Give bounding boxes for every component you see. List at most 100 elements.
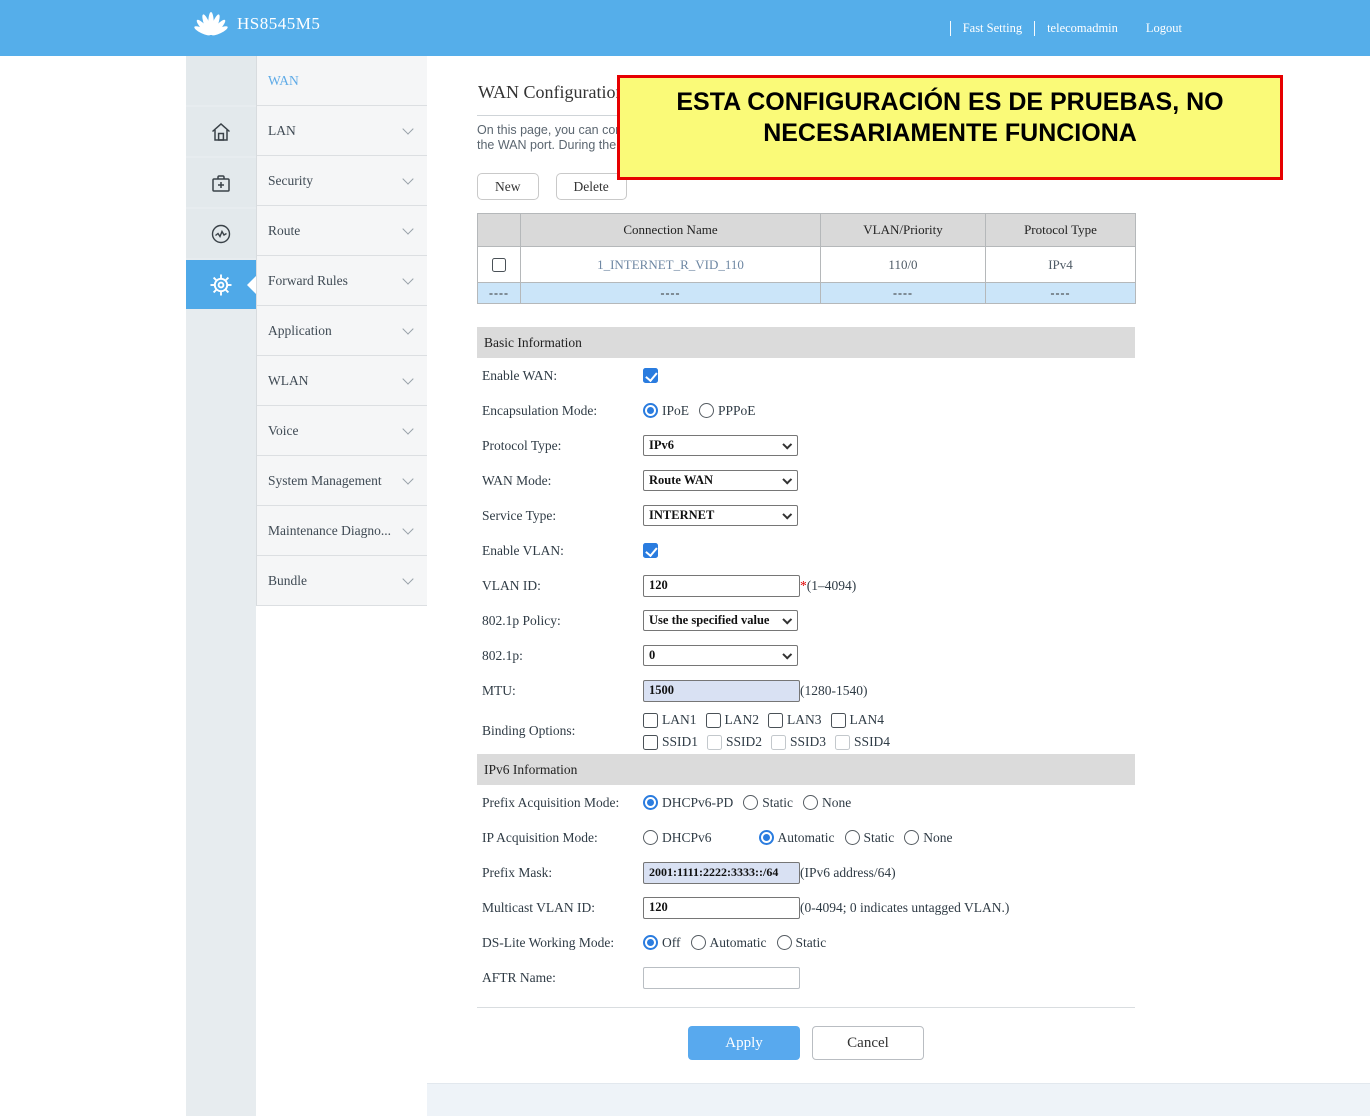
dhcpv6-pd-radio[interactable] xyxy=(643,795,658,810)
required-asterisk: * xyxy=(800,578,807,593)
multicast-vlan-input[interactable] xyxy=(643,897,800,919)
huawei-logo-icon xyxy=(192,8,230,40)
multicast-vlan-hint: (0-4094; 0 indicates untagged VLAN.) xyxy=(800,900,1009,916)
aftr-name-row: AFTR Name: xyxy=(477,960,1135,995)
prefix-mask-input[interactable] xyxy=(643,862,800,884)
lan1-checkbox[interactable] xyxy=(643,713,658,728)
table-row: 1_INTERNET_R_VID_110 110/0 IPv4 xyxy=(478,247,1136,283)
enable-wan-label: Enable WAN: xyxy=(482,368,643,384)
prefix-mask-row: Prefix Mask: (IPv6 address/64) xyxy=(477,855,1135,890)
rail-item-diagnostics[interactable] xyxy=(186,209,256,258)
chevron-down-icon xyxy=(402,123,413,134)
sidebar-item-security[interactable]: Security xyxy=(257,156,427,206)
sidebar-item-application[interactable]: Application xyxy=(257,306,427,356)
sidebar-item-label: WLAN xyxy=(268,373,309,389)
chevron-down-icon xyxy=(782,649,791,658)
prefix-acquisition-row: Prefix Acquisition Mode: DHCPv6-PD Stati… xyxy=(477,785,1135,820)
ssid1-checkbox[interactable] xyxy=(643,735,658,750)
aftr-name-input[interactable] xyxy=(643,967,800,989)
table-row-selected-placeholder[interactable]: ---- ---- ---- ---- xyxy=(478,283,1136,304)
fast-setting-link[interactable]: Fast Setting xyxy=(963,21,1022,36)
ds-lite-off-radio[interactable] xyxy=(643,935,658,950)
chevron-down-icon xyxy=(402,323,413,334)
nav-separator xyxy=(1034,21,1035,36)
device-model-title: HS8545M5 xyxy=(237,14,320,34)
ssid3-checkbox xyxy=(771,735,786,750)
sidebar-item-maintenance-diagnose[interactable]: Maintenance Diagno... xyxy=(257,506,427,556)
apply-button[interactable]: Apply xyxy=(688,1026,800,1060)
row-protocol-type: IPv4 xyxy=(986,247,1136,283)
rail-item-home[interactable] xyxy=(186,107,256,156)
test-warning-annotation: ESTA CONFIGURACIÓN ES DE PRUEBAS, NO NEC… xyxy=(617,75,1283,180)
prefix-none-radio[interactable] xyxy=(803,795,818,810)
sidebar-item-route[interactable]: Route xyxy=(257,206,427,256)
protocol-type-select[interactable]: IPv6 xyxy=(643,435,798,456)
enable-wan-checkbox[interactable] xyxy=(643,368,658,383)
brand-area: HS8545M5 xyxy=(192,8,320,40)
service-type-select[interactable]: INTERNET xyxy=(643,505,798,526)
lan4-checkbox[interactable] xyxy=(831,713,846,728)
mtu-hint: (1280-1540) xyxy=(800,683,868,699)
ipoe-radio[interactable] xyxy=(643,403,658,418)
8021p-select[interactable]: 0 xyxy=(643,645,798,666)
page-footer-strip xyxy=(427,1083,1370,1116)
prefix-none-radio-label: None xyxy=(822,795,851,811)
lan3-checkbox[interactable] xyxy=(768,713,783,728)
ip-automatic-radio[interactable] xyxy=(759,830,774,845)
logout-link[interactable]: Logout xyxy=(1146,21,1182,36)
enable-wan-row: Enable WAN: xyxy=(477,358,1135,393)
ip-none-radio[interactable] xyxy=(904,830,919,845)
rail-item-services[interactable] xyxy=(186,158,256,207)
encapsulation-mode-row: Encapsulation Mode: IPoE PPPoE xyxy=(477,393,1135,428)
ip-static-radio[interactable] xyxy=(845,830,860,845)
rail-item-settings-active[interactable] xyxy=(186,260,256,309)
ip-none-radio-label: None xyxy=(923,830,952,846)
sidebar-item-system-management[interactable]: System Management xyxy=(257,456,427,506)
ds-lite-row: DS-Lite Working Mode: Off Automatic Stat… xyxy=(477,925,1135,960)
dhcpv6-radio[interactable] xyxy=(643,830,658,845)
lan2-checkbox[interactable] xyxy=(706,713,721,728)
8021p-policy-select[interactable]: Use the specified value xyxy=(643,610,798,631)
sidebar-item-label: Bundle xyxy=(268,573,307,589)
basic-information-section-header: Basic Information xyxy=(477,327,1135,358)
wan-mode-select[interactable]: Route WAN xyxy=(643,470,798,491)
aftr-name-label: AFTR Name: xyxy=(482,970,643,986)
sidebar-item-label: WAN xyxy=(268,73,299,89)
sidebar-item-forward-rules[interactable]: Forward Rules xyxy=(257,256,427,306)
sidebar-item-wlan[interactable]: WLAN xyxy=(257,356,427,406)
ip-acquisition-row: IP Acquisition Mode: DHCPv6 Automatic St… xyxy=(477,820,1135,855)
connection-name-link[interactable]: 1_INTERNET_R_VID_110 xyxy=(597,257,744,272)
ssid3-label: SSID3 xyxy=(790,734,826,750)
vlan-id-input[interactable] xyxy=(643,575,800,597)
enable-vlan-checkbox[interactable] xyxy=(643,543,658,558)
ds-lite-label: DS-Lite Working Mode: xyxy=(482,935,643,951)
cancel-button[interactable]: Cancel xyxy=(812,1026,924,1060)
mtu-input[interactable] xyxy=(643,680,800,702)
binding-options-label: Binding Options: xyxy=(482,723,643,739)
sidebar-item-wan[interactable]: WAN xyxy=(257,56,427,106)
protocol-type-row: Protocol Type: IPv6 xyxy=(477,428,1135,463)
row-select-checkbox[interactable] xyxy=(492,258,506,272)
pppoe-radio[interactable] xyxy=(699,403,714,418)
placeholder-cell: ---- xyxy=(821,283,986,304)
ds-lite-static-radio[interactable] xyxy=(777,935,792,950)
service-type-selected-value: INTERNET xyxy=(649,508,714,523)
8021p-selected-value: 0 xyxy=(649,648,655,663)
dhcpv6-pd-radio-label: DHCPv6-PD xyxy=(662,795,733,811)
sidebar-item-bundle[interactable]: Bundle xyxy=(257,556,427,606)
ipoe-radio-label: IPoE xyxy=(662,403,689,419)
ds-lite-static-radio-label: Static xyxy=(796,935,827,951)
header-nav: Fast Setting telecomadmin Logout xyxy=(938,21,1182,36)
ds-lite-automatic-radio[interactable] xyxy=(691,935,706,950)
sidebar-item-lan[interactable]: LAN xyxy=(257,106,427,156)
8021p-policy-selected-value: Use the specified value xyxy=(649,613,769,628)
ds-lite-automatic-radio-label: Automatic xyxy=(710,935,767,951)
prefix-static-radio[interactable] xyxy=(743,795,758,810)
wan-mode-selected-value: Route WAN xyxy=(649,473,713,488)
new-button[interactable]: New xyxy=(477,173,539,200)
top-header-bar: HS8545M5 Fast Setting telecomadmin Logou… xyxy=(0,0,1370,56)
sidebar-item-voice[interactable]: Voice xyxy=(257,406,427,456)
lan1-label: LAN1 xyxy=(662,712,697,728)
prefix-acquisition-label: Prefix Acquisition Mode: xyxy=(482,795,643,811)
multicast-vlan-row: Multicast VLAN ID: (0-4094; 0 indicates … xyxy=(477,890,1135,925)
